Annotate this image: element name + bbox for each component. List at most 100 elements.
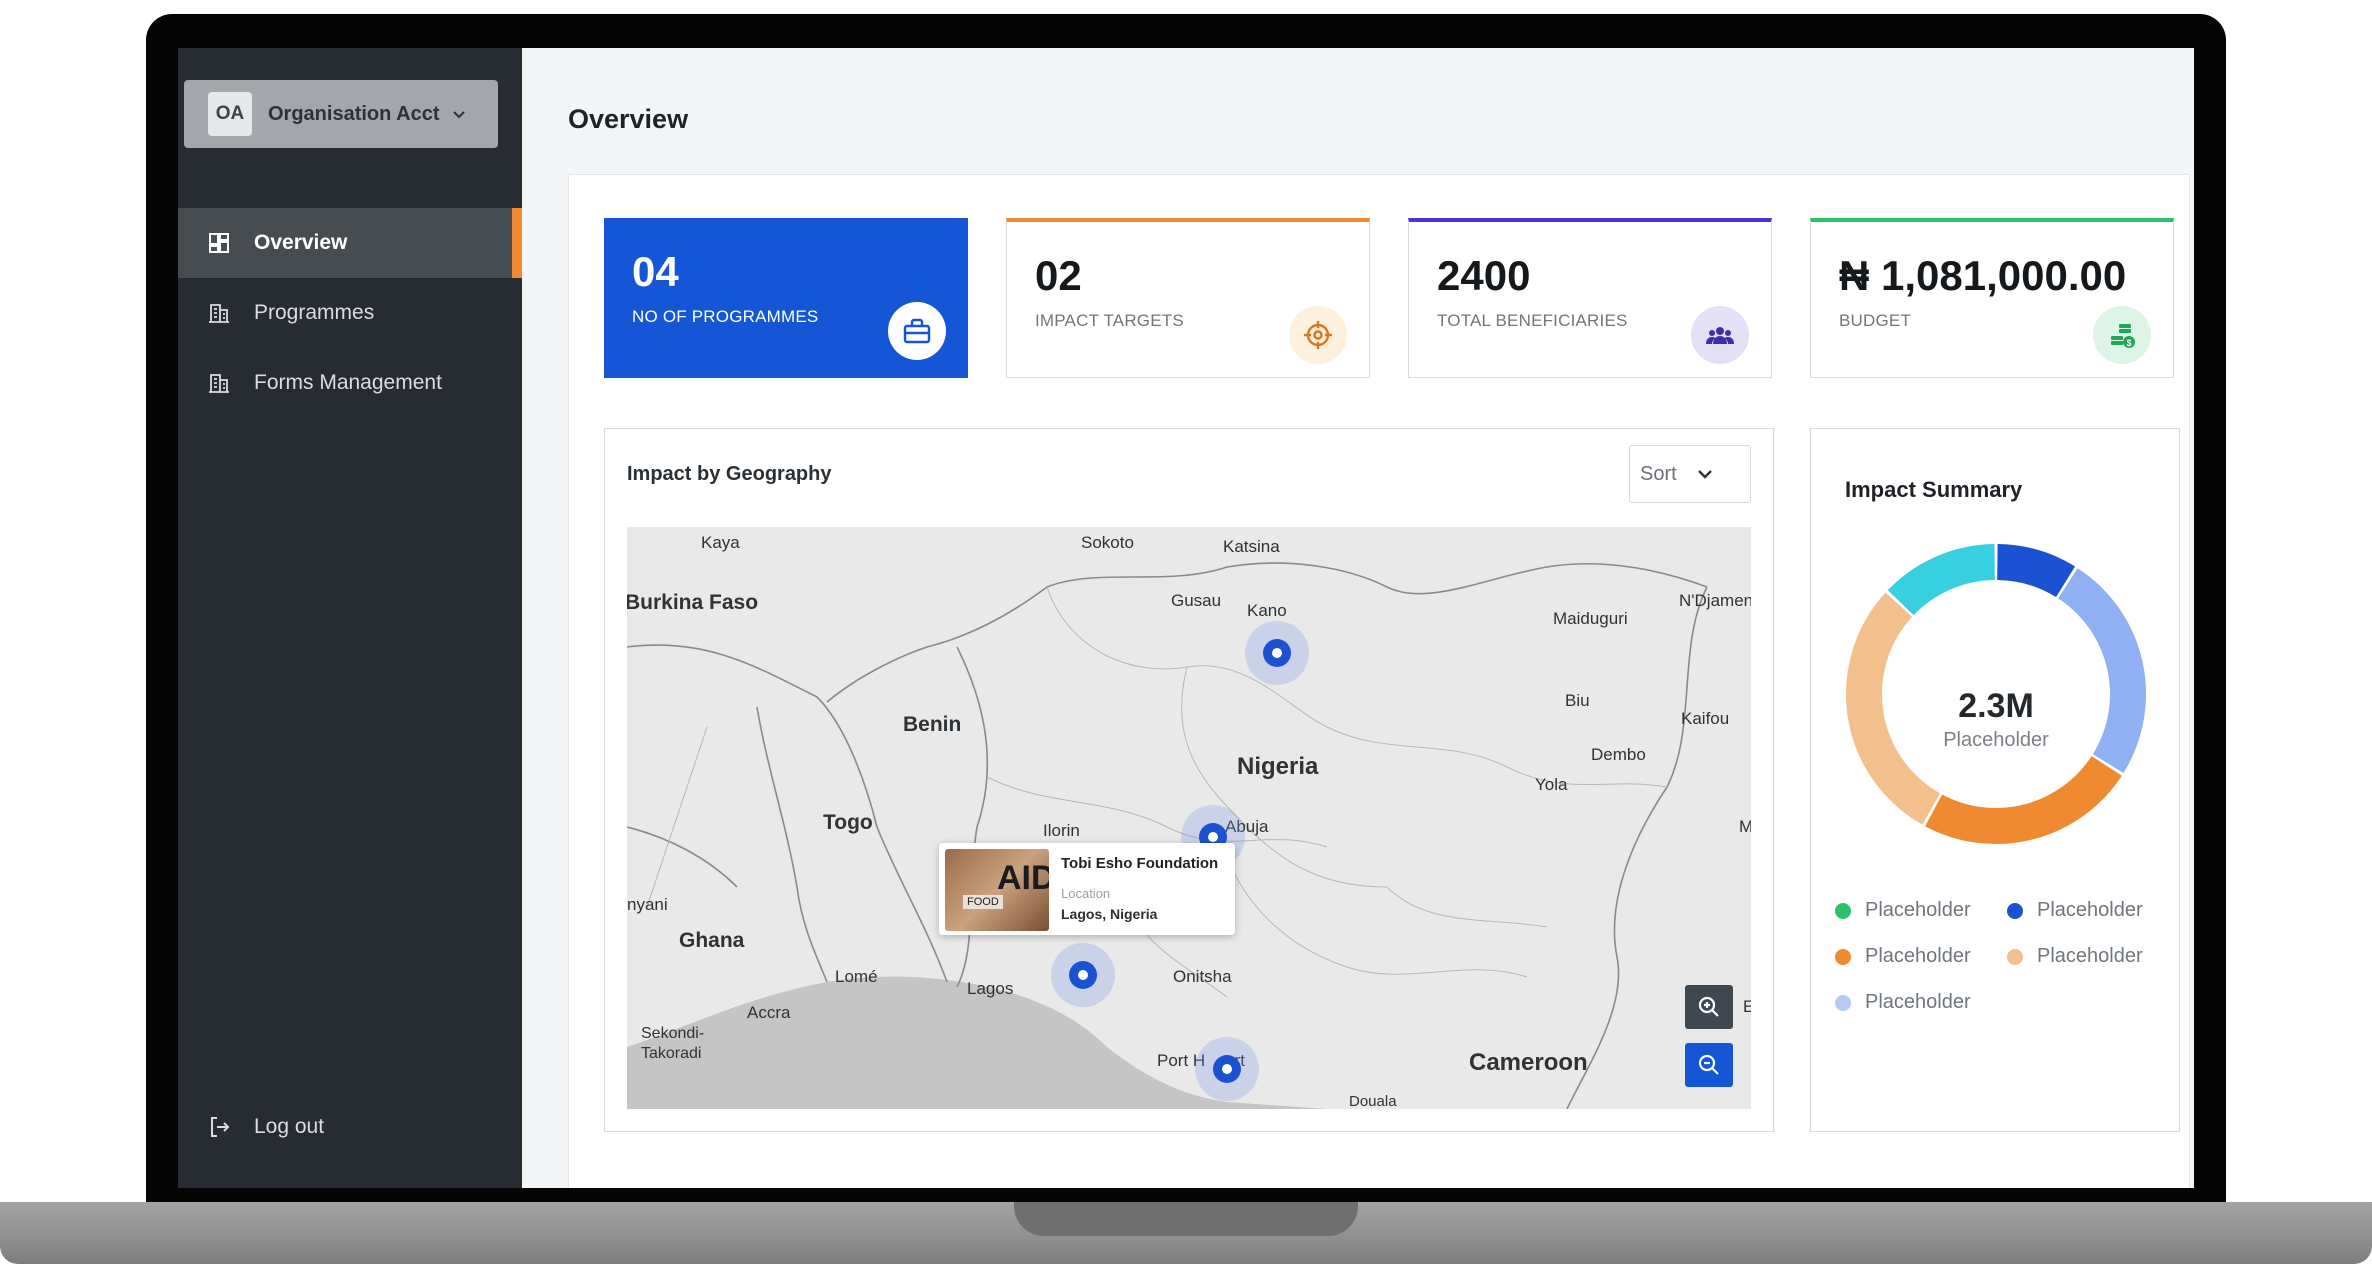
stat-value: 2400 (1437, 252, 1531, 299)
logout-icon (211, 1117, 230, 1137)
map-marker-port-harcourt[interactable] (1195, 1037, 1259, 1101)
foundation-photo: AID FOOD (945, 849, 1049, 931)
legend-dot (1835, 994, 1851, 1011)
stat-card-impact-targets[interactable]: 02 IMPACT TARGETS (1006, 218, 1370, 378)
map-label-nyani: nyani (627, 895, 668, 914)
photo-text: AID (997, 859, 1049, 897)
map-label-takoradi: Takoradi (641, 1045, 702, 1062)
map-marker-tooltip: AID FOOD Tobi Esho Foundation Location L… (939, 843, 1235, 935)
map-label-biu: Biu (1565, 691, 1590, 710)
legend-label: Placeholder (1865, 945, 1971, 967)
stat-card-beneficiaries[interactable]: 2400 TOTAL BENEFICIARIES (1408, 218, 1772, 378)
legend-item: Placeholder (1835, 945, 1971, 968)
map-label-lome: Lomé (835, 967, 878, 986)
impact-summary-card: Impact Summary 2.3M Placeholder Placehol… (1810, 428, 2180, 1132)
map-label-sokoto: Sokoto (1081, 533, 1134, 552)
donut-center-label: Placeholder (1943, 729, 2049, 751)
map-label-kano: Kano (1247, 601, 1287, 620)
chevron-down-icon (452, 111, 465, 119)
map-label-katsina: Katsina (1223, 537, 1280, 556)
donut-segment-blue[interactable] (1996, 544, 2076, 598)
impact-by-geography-card: Impact by Geography Sort Kaya Sokoto Kat… (604, 428, 1774, 1132)
stat-label: NO OF PROGRAMMES (632, 307, 819, 326)
sort-label: Sort (1640, 462, 1677, 485)
map-label-lagos: Lagos (967, 979, 1014, 998)
sidebar: OA Organisation Acct Overview Programmes… (178, 48, 522, 1188)
legend-item: Placeholder (2007, 899, 2143, 922)
donut-segment-orange[interactable] (1925, 755, 2122, 844)
legend-label: Placeholder (2037, 945, 2143, 967)
stat-card-budget[interactable]: ₦ 1,081,000.00 BUDGET $ (1810, 218, 2174, 378)
legend-item: Placeholder (1835, 899, 1971, 922)
tooltip-location: Lagos, Nigeria (1061, 906, 1158, 922)
money-icon: $ (2093, 306, 2151, 364)
sidebar-item-forms-management[interactable]: Forms Management (178, 348, 522, 418)
chevron-down-icon (1697, 470, 1712, 479)
stat-label: IMPACT TARGETS (1035, 311, 1184, 330)
legend-dot (1835, 948, 1851, 965)
stat-label: BUDGET (1839, 311, 1912, 330)
photo-tag: FOOD (963, 895, 1003, 909)
map-label-yola: Yola (1535, 775, 1568, 794)
legend-dot (1835, 902, 1851, 919)
legend-label: Placeholder (1865, 899, 1971, 921)
map-card-title: Impact by Geography (627, 463, 832, 485)
app-screen: OA Organisation Acct Overview Programmes… (178, 48, 2194, 1188)
org-name: Organisation Acct (268, 102, 440, 125)
stat-card-programmes[interactable]: 04 NO OF PROGRAMMES (604, 218, 968, 378)
logout-button[interactable]: Log out (178, 1092, 522, 1162)
stat-value: ₦ 1,081,000.00 (1839, 252, 2127, 299)
map-label-onitsha: Onitsha (1173, 967, 1232, 986)
map-label-ilorin: Ilorin (1043, 821, 1080, 840)
zoom-in-button[interactable] (1685, 985, 1733, 1029)
map-label-dembo: Dembo (1591, 745, 1646, 764)
legend-dot (2007, 948, 2023, 965)
legend-item: Placeholder (2007, 945, 2143, 968)
map-label-m: M (1739, 817, 1751, 836)
tooltip-org-name: Tobi Esho Foundation (1061, 855, 1219, 872)
sort-dropdown[interactable]: Sort (1629, 445, 1751, 503)
users-icon (1691, 306, 1749, 364)
zoom-out-button[interactable] (1685, 1043, 1733, 1087)
map-label-burkina-faso: Burkina Faso (627, 591, 759, 614)
map-label-gusau: Gusau (1171, 591, 1222, 610)
basket-icon (888, 302, 946, 360)
legend-item: Placeholder (1835, 991, 1971, 1014)
map-label-benin: Benin (903, 713, 962, 736)
map-label-ndjamena: N'Djamen (1679, 591, 1751, 610)
zoom-in-icon (1698, 996, 1719, 1017)
map-label-douala: Douala (1349, 1093, 1397, 1109)
zoom-out-icon (1698, 1054, 1719, 1075)
map-label-accra: Accra (747, 1003, 791, 1022)
legend-dot (2007, 902, 2023, 919)
logout-label: Log out (254, 1115, 325, 1138)
map-label-togo: Togo (823, 811, 873, 834)
sidebar-item-label: Programmes (254, 301, 375, 324)
org-avatar: OA (208, 92, 252, 136)
target-icon (1289, 306, 1347, 364)
geography-map[interactable]: Kaya Sokoto Katsina Burkina Faso Gusau K… (627, 527, 1751, 1109)
stat-value: 04 (632, 248, 679, 295)
map-label-kaifou: Kaifou (1681, 709, 1730, 728)
map-label-ghana: Ghana (679, 929, 745, 952)
map-label-cameroon: Cameroon (1469, 1049, 1588, 1076)
sidebar-item-label: Overview (254, 231, 348, 254)
legend-label: Placeholder (2037, 899, 2143, 921)
map-label-nigeria: Nigeria (1237, 753, 1319, 780)
sidebar-item-programmes[interactable]: Programmes (178, 278, 522, 348)
building-icon (209, 304, 229, 323)
svg-text:$: $ (2126, 338, 2131, 348)
donut-center-value: 2.3M (1958, 687, 2034, 725)
donut-segment-cyan[interactable] (1887, 544, 1996, 616)
page-title: Overview (568, 104, 689, 134)
map-marker-lagos[interactable] (1051, 943, 1115, 1007)
stat-value: 02 (1035, 252, 1082, 299)
sidebar-item-overview[interactable]: Overview (178, 208, 522, 278)
org-switcher[interactable]: OA Organisation Acct (184, 80, 498, 148)
map-marker-kano[interactable] (1245, 621, 1309, 685)
sidebar-item-label: Forms Management (254, 371, 442, 394)
stat-label: TOTAL BENEFICIARIES (1437, 311, 1628, 330)
map-label-maiduguri: Maiduguri (1553, 609, 1628, 628)
summary-title: Impact Summary (1845, 477, 2023, 502)
laptop-notch (1014, 1202, 1358, 1236)
